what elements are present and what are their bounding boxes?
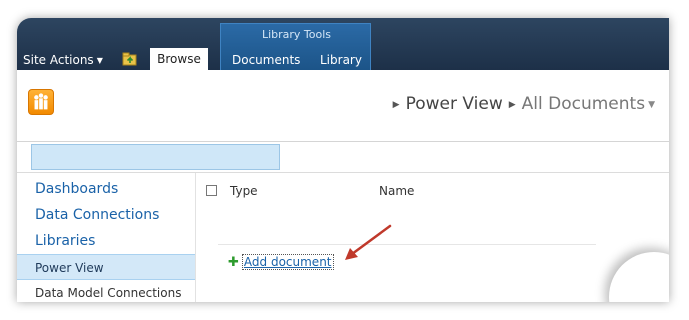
library-tools-label: Library Tools [261, 28, 332, 41]
nav-item-power-view[interactable]: Power View [17, 254, 195, 280]
nav-item-data-connections[interactable]: Data Connections [17, 202, 195, 228]
navigate-up-icon[interactable] [122, 52, 138, 66]
column-header-name[interactable]: Name [379, 184, 414, 198]
title-area: ▶ Power View ▶ All Documents ▼ [17, 70, 669, 140]
plus-icon: ✚ [228, 255, 239, 270]
sharepoint-window: Library Tools Site Actions ▼ Browse Docum… [17, 18, 669, 302]
tab-documents[interactable]: Documents [232, 50, 300, 70]
nav-item-libraries[interactable]: Libraries [17, 228, 195, 254]
chevron-down-icon[interactable]: ▼ [648, 100, 655, 110]
breadcrumb-separator-icon: ▶ [508, 100, 516, 110]
site-actions-menu[interactable]: Site Actions ▼ [23, 50, 103, 70]
column-header-type[interactable]: Type [230, 184, 258, 198]
quick-launch: Dashboards Data Connections Libraries Po… [17, 173, 195, 302]
ribbon-bar: Library Tools Site Actions ▼ Browse Docum… [17, 18, 669, 70]
add-document-link[interactable]: ✚ Add document [228, 254, 334, 270]
breadcrumb-separator-icon: ▶ [392, 100, 400, 110]
nav-divider [195, 173, 196, 302]
chevron-down-icon: ▼ [96, 56, 103, 65]
view-selector[interactable]: All Documents [522, 94, 645, 114]
select-all-checkbox[interactable] [206, 185, 217, 196]
add-document-label[interactable]: Add document [241, 254, 334, 270]
red-arrow-icon [345, 224, 392, 260]
tab-browse[interactable]: Browse [150, 48, 208, 70]
nav-item-dashboards[interactable]: Dashboards [17, 176, 195, 202]
tab-library[interactable]: Library [320, 50, 362, 70]
site-actions-label: Site Actions [23, 53, 94, 67]
list-separator [218, 244, 596, 245]
breadcrumb: ▶ Power View ▶ All Documents ▼ [387, 94, 655, 114]
breadcrumb-power-view[interactable]: Power View [406, 94, 503, 114]
site-logo-icon[interactable] [28, 89, 54, 115]
nav-item-data-model-connections[interactable]: Data Model Connections [17, 280, 195, 302]
top-nav-bar[interactable] [31, 144, 280, 170]
header-divider [17, 141, 669, 142]
